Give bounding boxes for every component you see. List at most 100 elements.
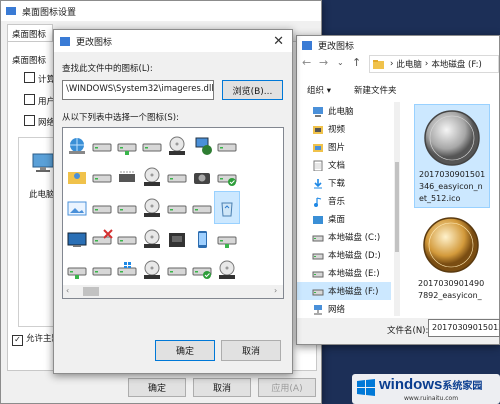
checkbox-box[interactable]: ✓ (12, 335, 23, 346)
network-computer-icon[interactable] (190, 130, 214, 161)
tree-item[interactable]: 音乐 (297, 192, 391, 210)
change-icon-dialog: 更改图标 ✕ 查找此文件中的图标(L): \WINDOWS\System32\i… (53, 29, 293, 374)
tree-item[interactable]: 图片 (297, 138, 391, 156)
tree-item-label: 音乐 (328, 197, 346, 207)
tree-item[interactable]: 桌面 (297, 210, 391, 228)
ok-button[interactable]: 确定 (155, 340, 215, 361)
tree-item[interactable]: 视频 (297, 120, 391, 138)
network-drive-icon[interactable] (115, 130, 139, 161)
scrollbar-thumb[interactable] (83, 287, 99, 296)
watermark-logo: windows系统家园 www.ruinaitu.com (352, 374, 500, 404)
app-icon (302, 40, 312, 50)
nav-up-button[interactable]: ↑ (352, 56, 361, 69)
tree-item[interactable]: 本地磁盘 (D:) (297, 246, 391, 264)
drive-icon[interactable] (165, 254, 189, 285)
cancel-button[interactable]: 取消 (221, 340, 281, 361)
drive-icon[interactable] (215, 130, 239, 161)
tree-item-label: 本地磁盘 (C:) (328, 233, 381, 243)
nav-dropdown-icon[interactable]: ⌄ (337, 58, 344, 67)
title-bar: 更改图标 (297, 36, 499, 54)
grey-disc-icon (424, 110, 480, 166)
drive-icon (312, 271, 324, 277)
recycle-bin-icon[interactable] (214, 191, 240, 224)
brand-text: windows (379, 376, 443, 393)
tree-scrollbar[interactable] (394, 102, 400, 316)
ok-button[interactable]: 确定 (128, 378, 186, 397)
phone-icon[interactable] (190, 223, 214, 254)
tree-item-label: 视频 (328, 125, 346, 135)
breadcrumb-item[interactable]: 本地磁盘 (F:) (431, 58, 481, 70)
checkbox-box[interactable] (24, 94, 35, 105)
title-bar: 更改图标 ✕ (54, 30, 292, 52)
drive-icon[interactable] (90, 161, 114, 192)
new-folder-button[interactable]: 新建文件夹 (354, 84, 397, 96)
tree-item[interactable]: 此电脑 (297, 102, 391, 120)
checkbox-box[interactable] (24, 115, 35, 126)
drive-icon[interactable] (90, 254, 114, 285)
red-x-drive-icon[interactable] (90, 223, 114, 254)
file-path-input[interactable]: \WINDOWS\System32\imageres.dll (62, 80, 214, 100)
drive-check-icon[interactable] (190, 254, 214, 285)
breadcrumb-separator-icon: › (424, 59, 429, 69)
icon-preview-list: 此电脑 (18, 137, 58, 327)
file-name-line: et_512.ico (419, 194, 461, 203)
screen-icon[interactable] (65, 223, 89, 254)
tree-item[interactable]: 本地磁盘 (E:) (297, 264, 391, 282)
dvd-ram-icon[interactable] (140, 223, 164, 254)
drive-icon[interactable] (115, 223, 139, 254)
desktop-folder-icon (313, 215, 323, 224)
filename-input[interactable]: 20170309015013 (428, 319, 500, 337)
photos-icon[interactable] (65, 192, 89, 223)
network-drive-icon[interactable] (215, 223, 239, 254)
drive-icon[interactable] (115, 192, 139, 223)
chip-icon[interactable] (115, 161, 139, 192)
windows-drive-icon[interactable] (115, 254, 139, 285)
breadcrumb[interactable]: › 此电脑 › 本地磁盘 (F:) (369, 55, 499, 73)
checkbox-box[interactable] (24, 72, 35, 83)
tree-item[interactable]: 下载 (297, 174, 391, 192)
drive-icon[interactable] (165, 192, 189, 223)
nav-back-button[interactable]: ← (302, 56, 311, 69)
scrollbar-thumb[interactable] (395, 162, 399, 252)
title-bar: 桌面图标设置 (1, 1, 321, 21)
network-globe-icon[interactable] (65, 130, 89, 161)
nav-forward-button[interactable]: → (319, 56, 328, 69)
dvd-rw-icon[interactable] (165, 130, 189, 161)
breadcrumb-item[interactable]: 此电脑 (396, 58, 422, 70)
tree-item[interactable]: 网络 (297, 300, 391, 316)
camera-icon[interactable] (190, 161, 214, 192)
computer-icon[interactable] (31, 153, 55, 173)
tree-item-label: 本地磁盘 (E:) (328, 269, 380, 279)
dvd-icon[interactable] (140, 192, 164, 223)
drive-check-icon[interactable] (215, 161, 239, 192)
organize-menu[interactable]: 组织 ▾ (307, 84, 331, 96)
user-folder-icon[interactable] (65, 161, 89, 192)
drive-icon[interactable] (90, 192, 114, 223)
tree-item[interactable]: 本地磁盘 (C:) (297, 228, 391, 246)
drive-icon[interactable] (190, 192, 214, 223)
app-icon (6, 7, 16, 15)
network-drive-icon[interactable] (65, 254, 89, 285)
tree-item-label: 图片 (328, 143, 346, 153)
drive-icon[interactable] (90, 130, 114, 161)
scroll-right-icon[interactable]: › (274, 286, 277, 295)
tab-desktop-icons[interactable]: 桌面图标 (7, 24, 53, 42)
file-item[interactable]: 2017030901490 7892_easyicon_ (414, 212, 490, 308)
file-item[interactable]: 2017030901501 346_easyicon_n et_512.ico (414, 104, 490, 208)
tree-item[interactable]: 本地磁盘 (F:) (297, 282, 391, 300)
tree-item[interactable]: 文档 (297, 156, 391, 174)
dvd-icon[interactable] (215, 254, 239, 285)
drive-icon[interactable] (165, 161, 189, 192)
close-icon[interactable]: ✕ (273, 34, 284, 49)
file-name-line: 7892_easyicon_ (418, 291, 482, 300)
media-drive-icon[interactable] (165, 223, 189, 254)
drive-icon[interactable] (140, 130, 164, 161)
file-explorer-window: 更改图标 ← → ⌄ ↑ › 此电脑 › 本地磁盘 (F:) 组织 ▾ 新建文件… (296, 35, 500, 345)
scroll-left-icon[interactable]: ‹ (66, 286, 69, 295)
apply-button[interactable]: 应用(A) (258, 378, 316, 397)
horizontal-scrollbar[interactable]: ‹ › (63, 285, 283, 298)
browse-button[interactable]: 浏览(B)... (222, 80, 283, 100)
dvd-r-icon[interactable] (140, 161, 164, 192)
dvd-rom-icon[interactable] (140, 254, 164, 285)
cancel-button[interactable]: 取消 (193, 378, 251, 397)
